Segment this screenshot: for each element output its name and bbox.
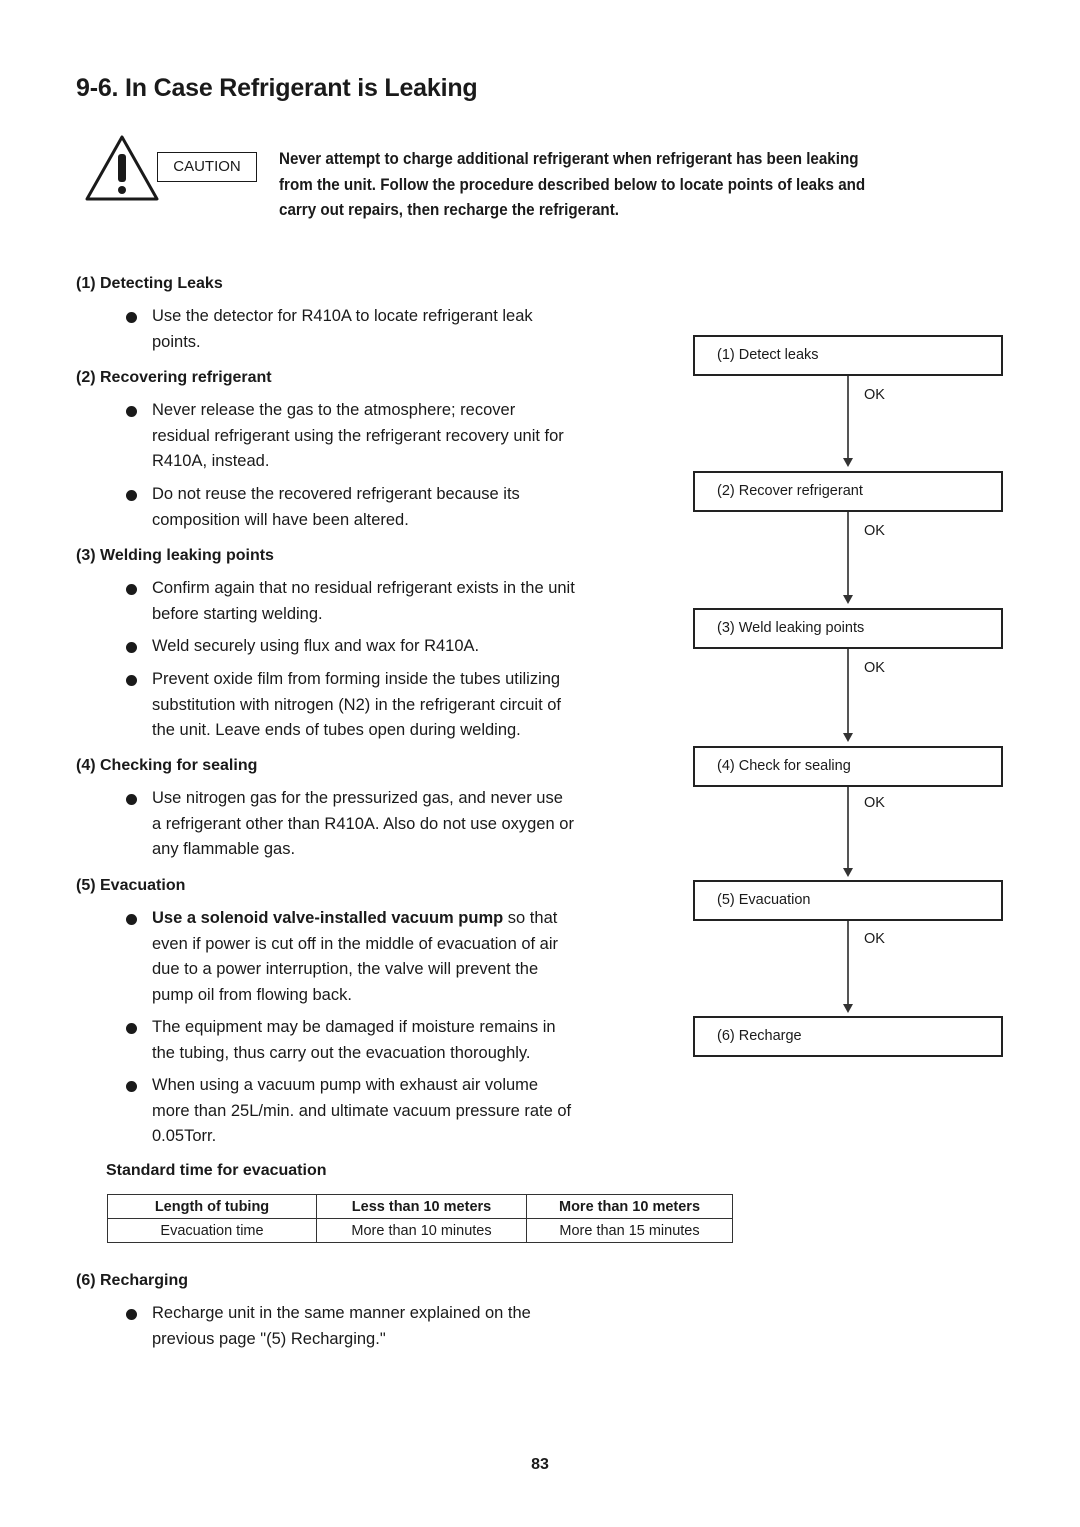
flow-step-recover-refrigerant: (2) Recover refrigerant (693, 471, 1003, 512)
bullet-icon (126, 675, 137, 686)
section-heading-recovering-refrigerant: (2) Recovering refrigerant (76, 369, 272, 386)
table-header-cell: Less than 10 meters (316, 1194, 527, 1219)
bullet-icon (126, 914, 137, 925)
bullet-icon (126, 1023, 137, 1034)
flow-connector (847, 512, 849, 595)
section-heading-welding-leaking-points: (3) Welding leaking points (76, 547, 274, 564)
arrow-down-icon (843, 733, 853, 742)
flow-ok-label: OK (864, 795, 885, 811)
table-cell: More than 10 minutes (316, 1218, 527, 1243)
arrow-down-icon (843, 595, 853, 604)
flow-connector (847, 787, 849, 868)
flow-connector (847, 376, 849, 458)
bullet-icon (126, 642, 137, 653)
evacuation-time-table: Length of tubing Less than 10 meters Mor… (107, 1194, 733, 1243)
bullet-item: Use the detector for R410A to locate ref… (126, 304, 626, 355)
arrow-down-icon (843, 868, 853, 877)
bullet-item: Weld securely using flux and wax for R41… (126, 634, 626, 660)
flow-ok-label: OK (864, 931, 885, 947)
table-header-cell: More than 10 meters (526, 1194, 733, 1219)
caution-line: carry out repairs, then recharge the ref… (279, 201, 619, 219)
caution-message: Never attempt to charge additional refri… (279, 147, 997, 224)
bullet-icon (126, 490, 137, 501)
flow-step-weld-leaking-points: (3) Weld leaking points (693, 608, 1003, 649)
bullet-item: Confirm again that no residual refrigera… (126, 576, 626, 627)
flow-ok-label: OK (864, 523, 885, 539)
flow-step-check-for-sealing: (4) Check for sealing (693, 746, 1003, 787)
arrow-down-icon (843, 1004, 853, 1013)
table-header-row: Length of tubing Less than 10 meters Mor… (107, 1194, 733, 1219)
flow-ok-label: OK (864, 387, 885, 403)
flow-step-evacuation: (5) Evacuation (693, 880, 1003, 921)
page-title: 9-6. In Case Refrigerant is Leaking (76, 74, 478, 102)
bullet-icon (126, 1309, 137, 1320)
caution-badge: CAUTION (157, 152, 257, 182)
caution-line: Never attempt to charge additional refri… (279, 150, 859, 168)
warning-triangle-icon (85, 135, 159, 201)
flow-step-recharge: (6) Recharge (693, 1016, 1003, 1057)
evacuation-table-title: Standard time for evacuation (106, 1162, 327, 1179)
section-heading-checking-for-sealing: (4) Checking for sealing (76, 757, 258, 774)
section-heading-evacuation: (5) Evacuation (76, 877, 186, 894)
section-heading-detecting-leaks: (1) Detecting Leaks (76, 275, 223, 292)
table-row: Evacuation time More than 10 minutes Mor… (107, 1218, 733, 1243)
table-cell: Evacuation time (107, 1218, 317, 1243)
bullet-item: Use nitrogen gas for the pressurized gas… (126, 786, 626, 863)
bullet-icon (126, 584, 137, 595)
flow-ok-label: OK (864, 660, 885, 676)
bold-lead-text: Use a solenoid valve-installed vacuum pu… (152, 909, 504, 927)
bullet-item: Recharge unit in the same manner explain… (126, 1301, 626, 1352)
bullet-item: Prevent oxide film from forming inside t… (126, 667, 626, 744)
flow-step-detect-leaks: (1) Detect leaks (693, 335, 1003, 376)
arrow-down-icon (843, 458, 853, 467)
table-cell: More than 15 minutes (526, 1218, 733, 1243)
bullet-item: Do not reuse the recovered refrigerant b… (126, 482, 626, 533)
flow-connector (847, 649, 849, 733)
page-number: 83 (531, 1456, 549, 1473)
section-heading-recharging: (6) Recharging (76, 1272, 189, 1289)
bullet-icon (126, 312, 137, 323)
bullet-item: Use a solenoid valve-installed vacuum pu… (126, 906, 626, 1008)
bullet-icon (126, 1081, 137, 1092)
table-header-cell: Length of tubing (107, 1194, 317, 1219)
caution-line: from the unit. Follow the procedure desc… (279, 175, 866, 194)
bullet-item: Never release the gas to the atmosphere;… (126, 398, 626, 475)
bullet-item: The equipment may be damaged if moisture… (126, 1015, 626, 1066)
flow-connector (847, 921, 849, 1004)
bullet-icon (126, 794, 137, 805)
bullet-item: When using a vacuum pump with exhaust ai… (126, 1073, 626, 1150)
bullet-icon (126, 406, 137, 417)
